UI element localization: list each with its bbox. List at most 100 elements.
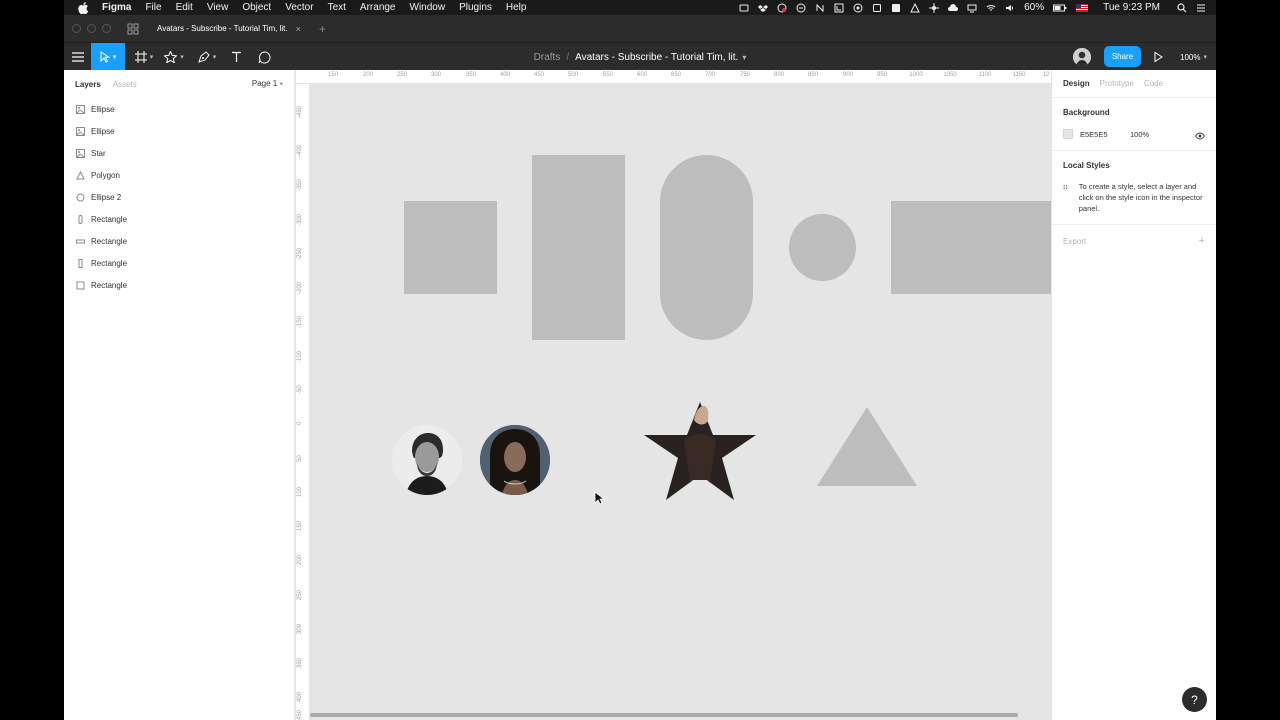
breadcrumb-drafts[interactable]: Drafts xyxy=(534,52,561,63)
add-tab-button[interactable]: + xyxy=(319,22,326,36)
chevron-down-icon: ▾ xyxy=(180,54,184,61)
share-button[interactable]: Share xyxy=(1104,46,1141,67)
layer-row[interactable]: Rectangle xyxy=(64,208,294,230)
zoom-dropdown[interactable]: 100% ▾ xyxy=(1180,43,1207,71)
status-icon[interactable] xyxy=(796,3,806,13)
style-grid-icon xyxy=(1063,185,1068,189)
layer-row[interactable]: Star xyxy=(64,142,294,164)
triangle-polygon-shape[interactable] xyxy=(816,406,918,487)
status-icon[interactable] xyxy=(891,3,901,13)
volume-icon[interactable] xyxy=(1005,3,1015,13)
clock[interactable]: Tue 9:23 PM xyxy=(1103,2,1160,13)
move-tool-button[interactable]: ▾ xyxy=(91,43,125,71)
square-shape[interactable] xyxy=(404,201,497,294)
tab-design[interactable]: Design xyxy=(1063,79,1090,88)
avatar-ellipse-woman[interactable] xyxy=(480,425,550,495)
menu-file[interactable]: File xyxy=(145,0,161,15)
flag-icon[interactable] xyxy=(1076,3,1089,12)
minimize-window-button[interactable] xyxy=(87,24,96,33)
chevron-down-icon[interactable]: ▾ xyxy=(742,53,746,62)
menu-help[interactable]: Help xyxy=(506,0,527,15)
circle-shape[interactable] xyxy=(789,214,856,281)
layer-row[interactable]: Ellipse xyxy=(64,120,294,142)
menu-text[interactable]: Text xyxy=(328,0,346,15)
wide-rectangle-shape[interactable] xyxy=(891,201,1051,294)
layer-row[interactable]: Ellipse xyxy=(64,98,294,120)
menu-window[interactable]: Window xyxy=(410,0,446,15)
horizontal-scrollbar[interactable] xyxy=(310,713,1018,717)
status-icon[interactable] xyxy=(815,3,825,13)
control-center-icon[interactable] xyxy=(1196,3,1206,13)
main-menu-button[interactable] xyxy=(70,43,86,71)
shape-tool-button[interactable]: ▾ xyxy=(160,43,188,71)
frame-tool-button[interactable]: ▾ xyxy=(131,43,157,71)
layer-row[interactable]: Ellipse 2 xyxy=(64,186,294,208)
layer-row[interactable]: Polygon xyxy=(64,164,294,186)
wifi-icon[interactable] xyxy=(986,3,996,13)
status-icon[interactable] xyxy=(967,3,977,13)
ruler-tick-label: 150 xyxy=(297,520,303,531)
status-icon[interactable] xyxy=(929,2,940,13)
menu-vector[interactable]: Vector xyxy=(285,0,313,15)
tab-assets[interactable]: Assets xyxy=(113,80,137,89)
close-tab-icon[interactable]: × xyxy=(296,24,301,34)
menu-object[interactable]: Object xyxy=(242,0,271,15)
background-opacity-input[interactable]: 100% xyxy=(1130,130,1149,139)
ruler-tick-label: 100 xyxy=(297,486,303,497)
comment-icon xyxy=(258,50,270,63)
pen-tool-button[interactable]: ▾ xyxy=(193,43,221,71)
tab-layers[interactable]: Layers xyxy=(75,80,101,89)
maximize-window-button[interactable] xyxy=(102,24,111,33)
right-panel-tabs: Design Prototype Code xyxy=(1052,70,1216,98)
tab-prototype[interactable]: Prototype xyxy=(1100,79,1134,88)
battery-icon[interactable] xyxy=(1053,3,1067,13)
canvas[interactable] xyxy=(310,84,1051,720)
user-photo-icon xyxy=(1073,48,1091,66)
help-button[interactable]: ? xyxy=(1182,687,1207,712)
document-tab[interactable]: Avatars - Subscribe - Tutorial Tim, lit.… xyxy=(151,15,307,42)
cloud-icon[interactable] xyxy=(948,3,959,13)
menu-app-name[interactable]: Figma xyxy=(102,0,131,15)
layer-name: Ellipse xyxy=(91,126,115,136)
layer-row[interactable]: Rectangle xyxy=(64,274,294,296)
star-image-shape[interactable] xyxy=(644,400,756,502)
status-icon[interactable] xyxy=(910,2,920,13)
eye-icon[interactable] xyxy=(1195,131,1205,141)
status-area: 60% Tue 9:23 PM xyxy=(739,0,1206,15)
status-icon[interactable] xyxy=(834,3,844,13)
comment-tool-button[interactable] xyxy=(254,43,274,71)
background-hex-input[interactable]: E5E5E5 xyxy=(1080,130,1130,139)
files-grid-icon[interactable] xyxy=(127,23,139,35)
menu-plugins[interactable]: Plugins xyxy=(459,0,492,15)
layer-row[interactable]: Rectangle xyxy=(64,230,294,252)
present-play-icon[interactable] xyxy=(1152,51,1164,63)
avatar-ellipse-man[interactable] xyxy=(392,425,462,495)
dropbox-icon[interactable] xyxy=(758,3,769,13)
pill-shape[interactable] xyxy=(660,155,753,340)
wide-rectangle-icon xyxy=(76,237,85,246)
tab-code[interactable]: Code xyxy=(1144,79,1163,88)
background-color-swatch[interactable] xyxy=(1063,129,1073,139)
page-selector[interactable]: Page 1 ▾ xyxy=(252,79,283,88)
tall-rectangle-shape[interactable] xyxy=(532,155,625,340)
polygon-icon xyxy=(76,170,85,180)
add-export-button[interactable]: + xyxy=(1199,236,1205,247)
user-avatar[interactable] xyxy=(1073,48,1091,66)
search-icon[interactable] xyxy=(1177,2,1187,13)
ruler-tick-label: 200 xyxy=(362,72,374,78)
menu-view[interactable]: View xyxy=(207,0,229,15)
menu-bar: Figma File Edit View Object Vector Text … xyxy=(64,0,1216,15)
layer-row[interactable]: Rectangle xyxy=(64,252,294,274)
menu-edit[interactable]: Edit xyxy=(176,0,193,15)
menu-arrange[interactable]: Arrange xyxy=(360,0,396,15)
apple-icon[interactable] xyxy=(78,1,90,14)
text-tool-button[interactable] xyxy=(227,43,245,71)
status-icon[interactable] xyxy=(739,3,749,13)
ruler-tick-label: 250 xyxy=(297,589,303,600)
ruler-tick-label: 550 xyxy=(602,72,614,78)
status-icon[interactable] xyxy=(853,3,863,13)
status-icon[interactable] xyxy=(872,3,882,13)
status-icon[interactable] xyxy=(777,3,787,13)
file-name[interactable]: Avatars - Subscribe - Tutorial Tim, lit. xyxy=(575,52,738,63)
close-window-button[interactable] xyxy=(72,24,81,33)
